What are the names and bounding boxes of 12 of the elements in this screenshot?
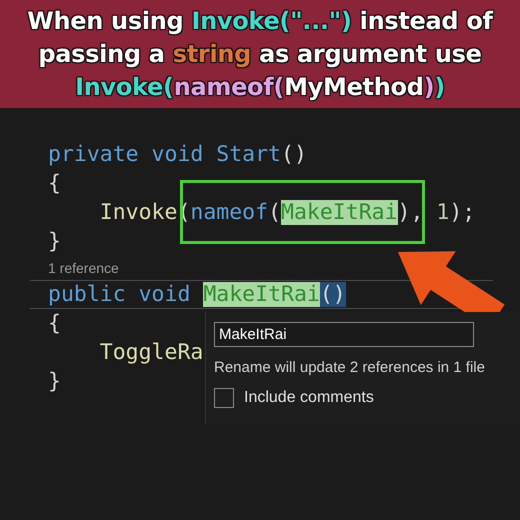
code-line: {: [48, 310, 61, 338]
rename-message: Rename will update 2 references in 1 file: [214, 359, 486, 376]
code-line: }: [48, 368, 61, 396]
caption-text: When using Invoke("...") instead of passing a string as argument use Invoke(nameof(MyMethod)): [27, 6, 493, 102]
code-line: ToggleRa: [98, 339, 204, 367]
code-line: }: [48, 228, 61, 256]
code-line: {: [48, 170, 61, 198]
reference-count-link[interactable]: 1 reference: [48, 256, 119, 280]
rename-input-field[interactable]: MakeItRai: [214, 322, 474, 347]
code-line: private void Start(): [48, 141, 307, 169]
checkbox[interactable]: [214, 388, 234, 408]
checkbox-label: Include comments: [244, 389, 374, 407]
